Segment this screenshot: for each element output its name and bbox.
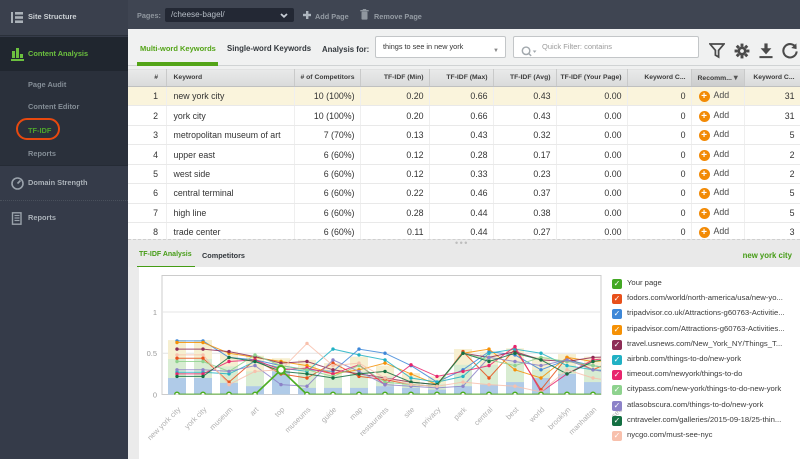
svg-text:world: world	[527, 405, 547, 425]
svg-text:0.5: 0.5	[147, 349, 157, 358]
svg-text:map: map	[348, 405, 365, 422]
svg-text:privacy: privacy	[419, 405, 442, 428]
svg-text:museum: museum	[208, 405, 235, 432]
svg-text:manhattan: manhattan	[567, 405, 598, 436]
svg-text:1: 1	[153, 308, 157, 317]
svg-text:park: park	[452, 405, 469, 422]
svg-text:central: central	[472, 405, 495, 428]
svg-text:0: 0	[153, 391, 157, 400]
svg-text:museums: museums	[283, 405, 313, 435]
svg-text:site: site	[402, 405, 417, 420]
svg-text:art: art	[248, 404, 261, 417]
svg-text:new york city: new york city	[145, 405, 182, 442]
svg-text:york city: york city	[183, 405, 209, 431]
svg-text:guide: guide	[319, 405, 338, 424]
svg-text:top: top	[273, 405, 287, 419]
svg-text:best: best	[504, 404, 521, 421]
